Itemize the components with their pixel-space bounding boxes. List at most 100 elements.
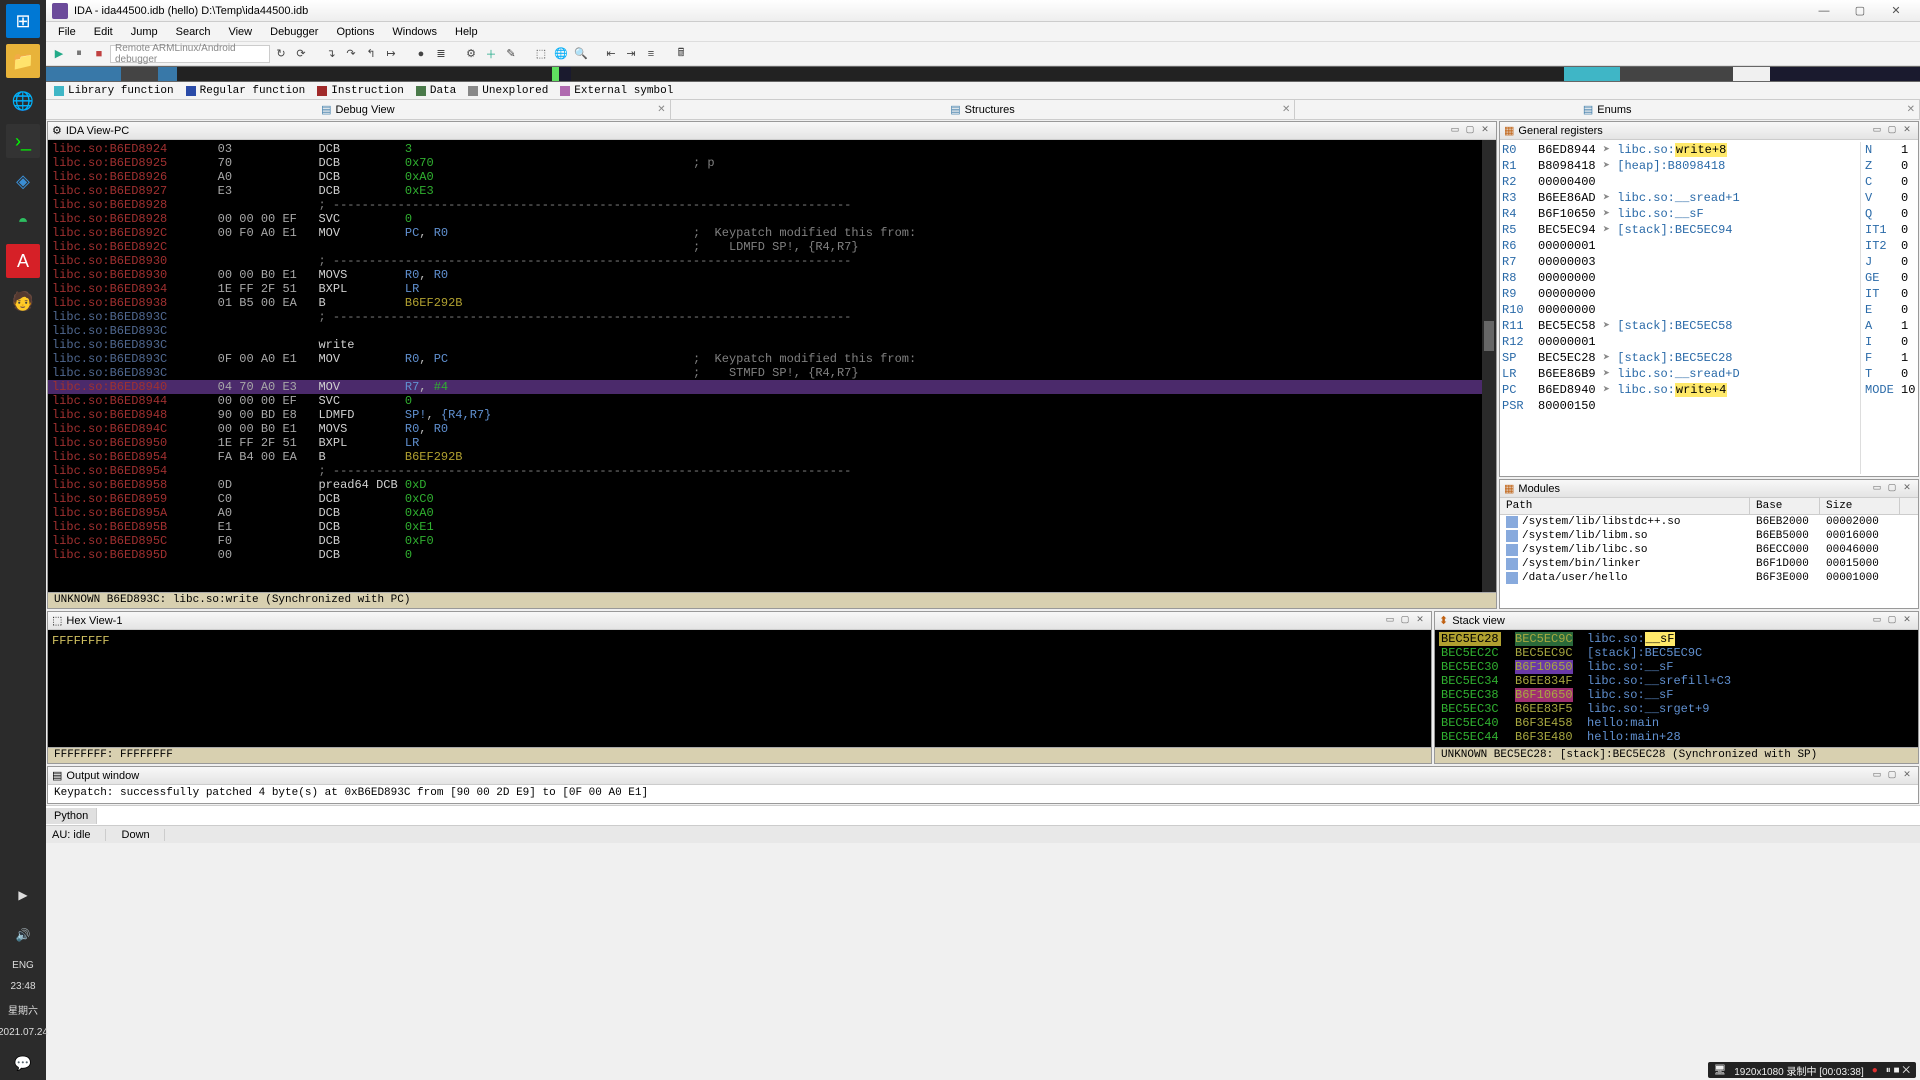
- panel-close-button[interactable]: ✕: [1478, 124, 1492, 138]
- flag-row[interactable]: T 0: [1865, 366, 1916, 382]
- run-button[interactable]: ▶: [50, 45, 68, 63]
- step-out-button[interactable]: ↰: [362, 45, 380, 63]
- maximize-button[interactable]: ▢: [1842, 1, 1878, 21]
- close-icon[interactable]: ✕: [657, 104, 665, 115]
- stack-row[interactable]: BEC5EC30 B6F10650 libc.so:__sF: [1439, 660, 1914, 674]
- register-row[interactable]: R7 00000003: [1502, 254, 1860, 270]
- panel-restore-button[interactable]: ▢: [1885, 614, 1899, 628]
- disasm-line[interactable]: libc.so:B6ED8928 ; ---------------------…: [48, 198, 1496, 212]
- register-row[interactable]: LR B6EE86B9 ➤ libc.so:__sread+D: [1502, 366, 1860, 382]
- disasm-line[interactable]: libc.so:B6ED893C ; STMFD SP!, {R4,R7}: [48, 366, 1496, 380]
- step-into-button[interactable]: ↴: [322, 45, 340, 63]
- close-button[interactable]: ✕: [1878, 1, 1914, 21]
- flag-row[interactable]: MODE 10: [1865, 382, 1916, 398]
- disasm-line[interactable]: libc.so:B6ED8950 1E FF 2F 51 BXPL LR: [48, 436, 1496, 450]
- acrobat-icon[interactable]: A: [6, 244, 40, 278]
- menu-debugger[interactable]: Debugger: [262, 24, 326, 40]
- menu-help[interactable]: Help: [447, 24, 486, 40]
- panel-minimize-button[interactable]: ▭: [1448, 124, 1462, 138]
- disasm-line[interactable]: libc.so:B6ED8930 00 00 B0 E1 MOVS R0, R0: [48, 268, 1496, 282]
- stackview-body[interactable]: BEC5EC28 BEC5EC9C libc.so:__sFBEC5EC2C B…: [1435, 630, 1918, 747]
- chevron-right-icon[interactable]: ▶: [6, 878, 40, 912]
- stack-row[interactable]: BEC5EC38 B6F10650 libc.so:__sF: [1439, 688, 1914, 702]
- register-row[interactable]: PC B6ED8940 ➤ libc.so:write+4: [1502, 382, 1860, 398]
- module-row[interactable]: /system/lib/libstdc++.soB6EB200000002000: [1500, 515, 1918, 529]
- disasm-line[interactable]: libc.so:B6ED892C 00 F0 A0 E1 MOV PC, R0 …: [48, 226, 1496, 240]
- globe-icon[interactable]: 🌐: [552, 45, 570, 63]
- explorer-icon[interactable]: 📁: [6, 44, 40, 78]
- vscode-icon[interactable]: ◈: [6, 164, 40, 198]
- find-button[interactable]: 🔍: [572, 45, 590, 63]
- step-over-button[interactable]: ↷: [342, 45, 360, 63]
- stack-row[interactable]: BEC5EC28 BEC5EC9C libc.so:__sF: [1439, 632, 1914, 646]
- panel-restore-button[interactable]: ▢: [1398, 614, 1412, 628]
- reload-button[interactable]: ⟳: [292, 45, 310, 63]
- modules-list[interactable]: PathBaseSize/system/lib/libstdc++.soB6EB…: [1500, 498, 1918, 608]
- indent-left-button[interactable]: ⇤: [602, 45, 620, 63]
- disasm-line[interactable]: libc.so:B6ED895C F0 DCB 0xF0: [48, 534, 1496, 548]
- panel-restore-button[interactable]: ▢: [1885, 482, 1899, 496]
- flag-row[interactable]: Q 0: [1865, 206, 1916, 222]
- tab[interactable]: ▤Enums✕: [1295, 100, 1920, 119]
- run-to-cursor-button[interactable]: ↦: [382, 45, 400, 63]
- refresh-button[interactable]: ↻: [272, 45, 290, 63]
- flag-row[interactable]: IT1 0: [1865, 222, 1916, 238]
- register-row[interactable]: SP BEC5EC28 ➤ [stack]:BEC5EC28: [1502, 350, 1860, 366]
- panel-close-button[interactable]: ✕: [1900, 124, 1914, 138]
- stack-row[interactable]: BEC5EC34 B6EE834F libc.so:__srefill+C3: [1439, 674, 1914, 688]
- flag-row[interactable]: N 1: [1865, 142, 1916, 158]
- register-row[interactable]: R12 00000001: [1502, 334, 1860, 350]
- panel-minimize-button[interactable]: ▭: [1870, 482, 1884, 496]
- tab[interactable]: ▤Debug View✕: [46, 100, 671, 119]
- register-row[interactable]: R9 00000000: [1502, 286, 1860, 302]
- disasm-line[interactable]: libc.so:B6ED8927 E3 DCB 0xE3: [48, 184, 1496, 198]
- register-row[interactable]: R1 B8098418 ➤ [heap]:B8098418: [1502, 158, 1860, 174]
- disasm-line[interactable]: libc.so:B6ED8959 C0 DCB 0xC0: [48, 492, 1496, 506]
- panel-minimize-button[interactable]: ▭: [1870, 124, 1884, 138]
- col-header[interactable]: Size: [1820, 498, 1900, 514]
- bp-button[interactable]: ●: [412, 45, 430, 63]
- panel-restore-button[interactable]: ▢: [1463, 124, 1477, 138]
- wechat-icon[interactable]: ◓: [6, 204, 40, 238]
- register-row[interactable]: R10 00000000: [1502, 302, 1860, 318]
- disasm-line[interactable]: libc.so:B6ED8938 01 B5 00 EA B B6EF292B: [48, 296, 1496, 310]
- module-row[interactable]: /system/bin/linkerB6F1D00000015000: [1500, 557, 1918, 571]
- flag-row[interactable]: F 1: [1865, 350, 1916, 366]
- col-header[interactable]: Base: [1750, 498, 1820, 514]
- menu-options[interactable]: Options: [328, 24, 382, 40]
- stop-button[interactable]: ■: [90, 45, 108, 63]
- register-row[interactable]: R4 B6F10650 ➤ libc.so:__sF: [1502, 206, 1860, 222]
- format-button[interactable]: ≡: [642, 45, 660, 63]
- panel-restore-button[interactable]: ▢: [1885, 769, 1899, 783]
- notifications-icon[interactable]: 💬: [6, 1046, 40, 1080]
- volume-icon[interactable]: 🔊: [6, 918, 40, 952]
- flag-row[interactable]: IT 0: [1865, 286, 1916, 302]
- flag-row[interactable]: E 0: [1865, 302, 1916, 318]
- register-row[interactable]: R0 B6ED8944 ➤ libc.so:write+8: [1502, 142, 1860, 158]
- bp-list-button[interactable]: ≣: [432, 45, 450, 63]
- hex-button[interactable]: ⬚: [532, 45, 550, 63]
- disasm-line[interactable]: libc.so:B6ED8958 0D pread64 DCB 0xD: [48, 478, 1496, 492]
- panel-minimize-button[interactable]: ▭: [1383, 614, 1397, 628]
- menu-search[interactable]: Search: [168, 24, 219, 40]
- flag-row[interactable]: J 0: [1865, 254, 1916, 270]
- flag-row[interactable]: A 1: [1865, 318, 1916, 334]
- chrome-icon[interactable]: 🌐: [6, 84, 40, 118]
- clock-time[interactable]: 23:48: [10, 979, 35, 994]
- menu-jump[interactable]: Jump: [123, 24, 166, 40]
- disasm-line[interactable]: libc.so:B6ED893C write: [48, 338, 1496, 352]
- disasm-line[interactable]: libc.so:B6ED8924 03 DCB 3: [48, 142, 1496, 156]
- navigation-band[interactable]: [46, 66, 1920, 82]
- command-input[interactable]: [97, 808, 1920, 824]
- add-button[interactable]: ＋: [482, 45, 500, 63]
- stack-row[interactable]: BEC5EC2C BEC5EC9C [stack]:BEC5EC9C: [1439, 646, 1914, 660]
- disasm-line[interactable]: libc.so:B6ED8925 70 DCB 0x70 ; p: [48, 156, 1496, 170]
- register-row[interactable]: R3 B6EE86AD ➤ libc.so:__sread+1: [1502, 190, 1860, 206]
- flags-list[interactable]: N 1Z 0C 0V 0Q 0IT1 0IT2 0J 0GE 0IT 0E 0A…: [1860, 142, 1916, 474]
- disasm-line[interactable]: libc.so:B6ED8954 ; ---------------------…: [48, 464, 1496, 478]
- module-row[interactable]: /data/user/helloB6F3E00000001000: [1500, 571, 1918, 585]
- register-row[interactable]: R6 00000001: [1502, 238, 1860, 254]
- disasm-line[interactable]: libc.so:B6ED8930 ; ---------------------…: [48, 254, 1496, 268]
- disasm-line[interactable]: libc.so:B6ED8926 A0 DCB 0xA0: [48, 170, 1496, 184]
- disasm-line[interactable]: libc.so:B6ED8954 FA B4 00 EA B B6EF292B: [48, 450, 1496, 464]
